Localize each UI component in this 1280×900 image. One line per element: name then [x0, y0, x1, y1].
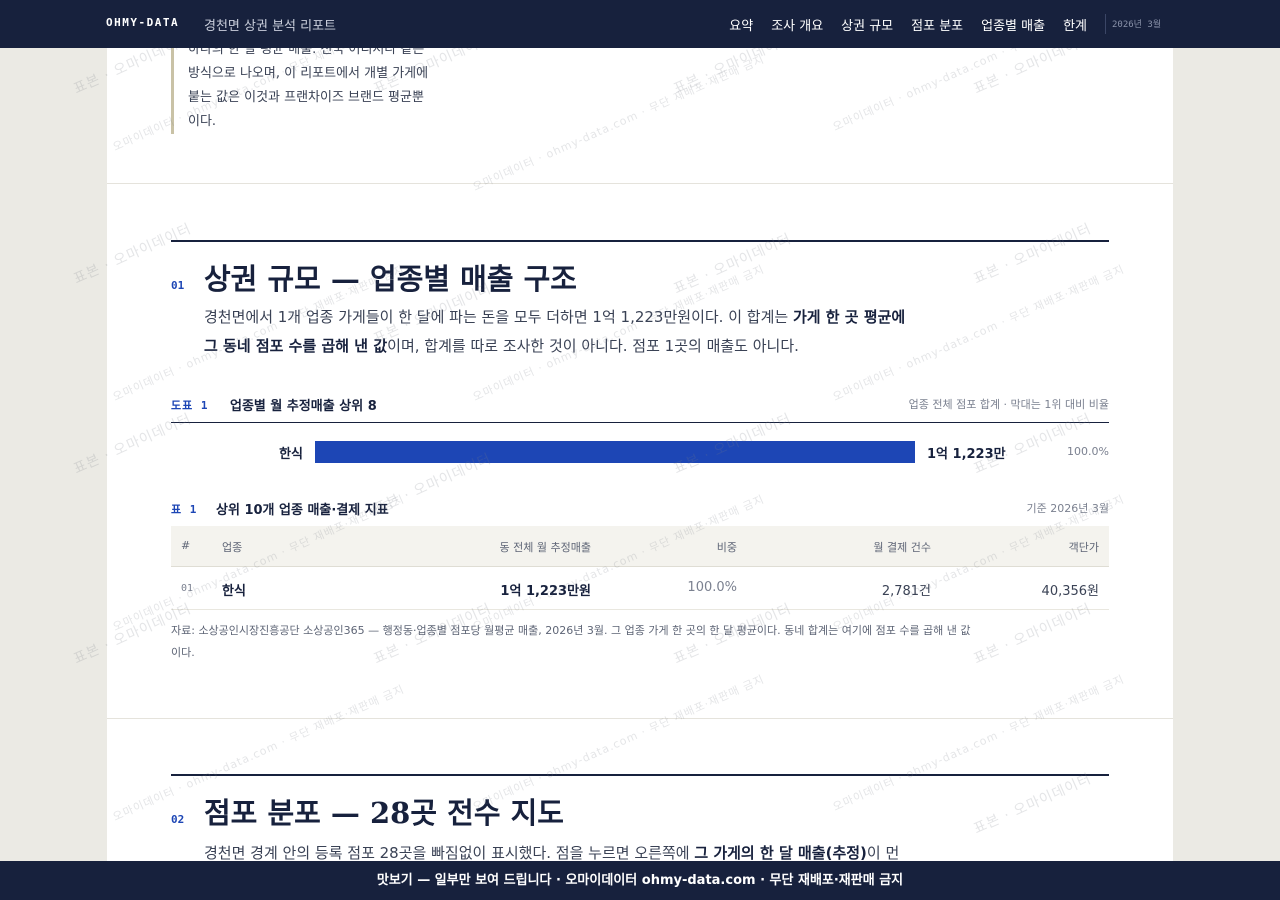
bar-category-label: 한식 — [279, 447, 303, 462]
col-header-category[interactable]: 업종 — [222, 539, 242, 555]
intro-quote: 하나의 한 달 평균 매출. 전국 어디서나 같은 방식으로 나오며, 이 리포… — [171, 38, 461, 134]
section-lede: 경천면에서 1개 업종 가게들이 한 달에 파는 돈을 모두 더하면 1억 1,… — [204, 303, 1004, 361]
section-title: 점포 분포 — 28곳 전수 지도 — [204, 796, 564, 830]
nav-divider — [1105, 14, 1106, 34]
section-divider — [107, 183, 1173, 184]
source-line: 이다. — [171, 646, 195, 659]
section-number: 01 — [171, 279, 185, 292]
table-label: 표 1 — [171, 503, 198, 516]
nav-item-summary[interactable]: 요약 — [729, 15, 753, 34]
col-header-share[interactable]: 비중 — [717, 539, 737, 555]
nav-item-market-size[interactable]: 상권 규모 — [841, 15, 893, 34]
bar-track — [315, 441, 915, 463]
table-header: # 업종 동 전체 월 추정매출 비중 월 결제 건수 객단가 — [171, 526, 1109, 567]
col-header-rank[interactable]: # — [181, 539, 190, 552]
nav-item-overview[interactable]: 조사 개요 — [771, 15, 823, 34]
top-navbar: OHMY-DATA 경천면 상권 분석 리포트 요약 조사 개요 상권 규모 점… — [0, 0, 1280, 48]
nav-menu: 요약 조사 개요 상권 규모 점포 분포 업종별 매출 한계 — [729, 15, 1087, 34]
col-header-count[interactable]: 월 결제 건수 — [873, 539, 931, 555]
source-line: 자료: 소상공인시장진흥공단 소상공인365 — 행정동·업종별 점포당 월평균… — [171, 624, 971, 637]
cell-sales: 1억 1,223만원 — [500, 584, 591, 599]
section-title: 상권 규모 — 업종별 매출 구조 — [204, 262, 577, 296]
table-note: 기준 2026년 3월 — [1026, 502, 1109, 515]
table-title: 상위 10개 업종 매출·결제 지표 — [216, 503, 389, 518]
lede-emphasis: 그 동네 점포 수를 곱해 낸 값 — [204, 337, 388, 355]
section-number: 02 — [171, 813, 185, 826]
lede-text: 경천면 경계 안의 등록 점포 28곳을 빠짐없이 표시했다. 점을 누르면 오… — [204, 844, 695, 862]
col-header-sales[interactable]: 동 전체 월 추정매출 — [500, 539, 591, 555]
figure-title: 업종별 월 추정매출 상위 8 — [230, 399, 377, 414]
bar-mark[interactable] — [315, 441, 915, 463]
bar-chart-row: 한식 1억 1,223만 100.0% — [171, 440, 1109, 464]
lede-emphasis: 그 가게의 한 달 매출(추정) — [694, 844, 867, 862]
bar-value-label: 1억 1,223만 — [927, 447, 1006, 462]
cell-count: 2,781건 — [881, 584, 931, 599]
table-row[interactable]: 01 한식 1억 1,223만원 100.0% 2,781건 40,356원 — [171, 567, 1109, 610]
report-date: 2026년 3월 — [1112, 20, 1162, 30]
lede-emphasis: 가게 한 곳 평균에 — [792, 308, 906, 326]
figure-label: 도표 1 — [171, 399, 209, 412]
section-rule — [171, 774, 1109, 776]
cell-share: 100.0% — [687, 580, 737, 595]
report-page: 하나의 한 달 평균 매출. 전국 어디서나 같은 방식으로 나오며, 이 리포… — [107, 0, 1173, 900]
nav-item-store-distribution[interactable]: 점포 분포 — [911, 15, 963, 34]
quote-line: 방식으로 나오며, 이 리포트에서 개별 가게에 — [188, 66, 429, 81]
report-title: 경천면 상권 분석 리포트 — [204, 19, 336, 34]
nav-item-category-sales[interactable]: 업종별 매출 — [981, 15, 1045, 34]
lede-text: 이며, 합계를 따로 조사한 것이 아니다. 점포 1곳의 매출도 아니다. — [387, 337, 799, 355]
section-divider — [107, 718, 1173, 719]
figure-rule — [171, 422, 1109, 423]
cell-category: 한식 — [222, 584, 246, 599]
section-rule — [171, 240, 1109, 242]
cell-avg: 40,356원 — [1041, 584, 1099, 599]
cell-rank: 01 — [181, 583, 194, 594]
lede-text: 경천면에서 1개 업종 가게들이 한 달에 파는 돈을 모두 더하면 1억 1,… — [204, 308, 793, 326]
bar-share-label: 100.0% — [1067, 445, 1109, 458]
figure-note: 업종 전체 점포 합계 · 막대는 1위 대비 비율 — [908, 398, 1109, 411]
preview-banner: 맛보기 — 일부만 보여 드립니다 · 오마이데이터 ohmy-data.com… — [0, 861, 1280, 900]
lede-text: 이 먼 — [866, 844, 900, 862]
nav-item-limitations[interactable]: 한계 — [1063, 15, 1087, 34]
sales-table: # 업종 동 전체 월 추정매출 비중 월 결제 건수 객단가 01 한식 1억… — [171, 526, 1109, 610]
col-header-avg[interactable]: 객단가 — [1069, 539, 1099, 555]
quote-line: 이다. — [188, 114, 217, 129]
quote-line: 붙는 값은 이것과 프랜차이즈 브랜드 평균뿐 — [188, 90, 424, 105]
brand-logo[interactable]: OHMY-DATA — [106, 16, 179, 29]
source-note: 자료: 소상공인시장진흥공단 소상공인365 — 행정동·업종별 점포당 월평균… — [171, 620, 1109, 664]
